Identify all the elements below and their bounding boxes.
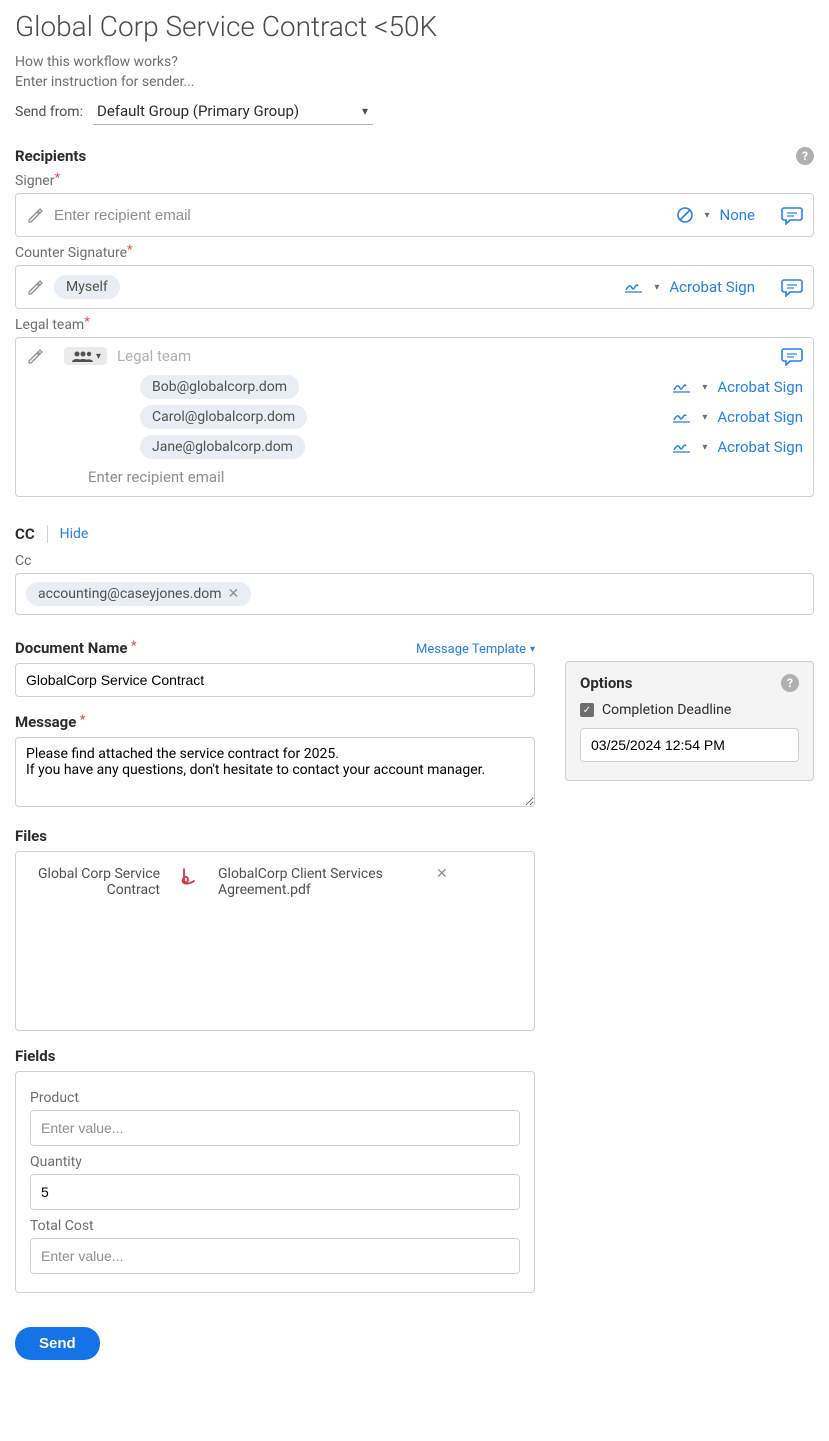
help-icon[interactable]: ? <box>781 674 799 692</box>
sign-auth-icon[interactable] <box>672 410 692 424</box>
pen-icon <box>26 278 44 296</box>
options-title: Options <box>580 674 632 692</box>
deadline-checkbox[interactable]: ✓ <box>580 703 594 717</box>
recipients-label: Recipients <box>15 147 86 165</box>
cc-field-label: Cc <box>15 553 814 569</box>
legal-member-row: Carol@globalcorp.dom ▾ Acrobat Sign <box>26 402 803 432</box>
files-label: Files <box>15 827 535 845</box>
chevron-down-icon[interactable]: ▾ <box>702 442 707 453</box>
cc-pill[interactable]: accounting@caseyjones.dom ✕ <box>26 582 251 606</box>
file-name: GlobalCorp Client Services Agreement.pdf <box>218 866 418 898</box>
page-title: Global Corp Service Contract <50K <box>15 10 814 43</box>
deadline-label: Completion Deadline <box>602 702 731 718</box>
pen-icon <box>26 206 44 224</box>
chevron-down-icon[interactable]: ▾ <box>702 412 707 423</box>
message-icon[interactable] <box>781 346 803 366</box>
legal-auth-label[interactable]: Acrobat Sign <box>717 378 803 396</box>
chevron-down-icon[interactable]: ▾ <box>704 210 709 221</box>
pdf-icon <box>178 866 200 888</box>
legal-auth-label[interactable]: Acrobat Sign <box>717 438 803 456</box>
counter-label: Counter Signature* <box>15 245 814 261</box>
workflow-subtitle-2: Enter instruction for sender... <box>15 73 814 93</box>
legal-member-pill[interactable]: Bob@globalcorp.dom <box>140 375 299 399</box>
doc-name-input[interactable] <box>15 663 535 697</box>
product-label: Product <box>30 1090 520 1106</box>
workflow-subtitle-1: How this workflow works? <box>15 53 814 73</box>
cc-hide-link[interactable]: Hide <box>60 526 89 542</box>
legal-member-row: Bob@globalcorp.dom ▾ Acrobat Sign <box>26 372 803 402</box>
message-label: Message <box>15 713 76 731</box>
product-input[interactable] <box>30 1110 520 1146</box>
options-panel: Options ? ✓ Completion Deadline <box>565 661 814 781</box>
send-from-select[interactable]: Default Group (Primary Group) <box>93 98 373 125</box>
legal-member-pill[interactable]: Jane@globalcorp.dom <box>140 435 305 459</box>
doc-name-label: Document Name <box>15 639 127 657</box>
deadline-input[interactable] <box>580 728 799 762</box>
legal-member-row: Jane@globalcorp.dom ▾ Acrobat Sign <box>26 432 803 462</box>
help-icon[interactable]: ? <box>796 147 814 165</box>
fields-label: Fields <box>15 1047 535 1065</box>
legal-auth-label[interactable]: Acrobat Sign <box>717 408 803 426</box>
chevron-down-icon[interactable]: ▾ <box>654 282 659 293</box>
sign-auth-icon[interactable] <box>672 380 692 394</box>
message-template-link[interactable]: Message Template ▾ <box>416 642 535 657</box>
message-icon[interactable] <box>781 205 803 225</box>
signer-auth-label[interactable]: None <box>720 206 756 224</box>
legal-label: Legal team* <box>15 317 814 333</box>
send-button[interactable]: Send <box>15 1327 100 1360</box>
sign-auth-icon[interactable] <box>672 440 692 454</box>
group-icon-button[interactable]: ▾ <box>64 347 107 365</box>
divider <box>47 525 48 543</box>
pen-icon <box>26 347 44 365</box>
signer-box: ▾ None <box>15 193 814 237</box>
cc-label: CC <box>15 525 35 543</box>
counter-box: Myself ▾ Acrobat Sign <box>15 265 814 309</box>
legal-enter-email[interactable]: Enter recipient email <box>26 462 803 486</box>
message-textarea[interactable] <box>15 737 535 807</box>
total-cost-input[interactable] <box>30 1238 520 1274</box>
file-row: Global Corp Service Contract GlobalCorp … <box>30 866 520 898</box>
legal-team-placeholder: Legal team <box>117 347 191 365</box>
fields-box: Product Quantity Total Cost <box>15 1071 535 1293</box>
legal-member-pill[interactable]: Carol@globalcorp.dom <box>140 405 307 429</box>
sign-auth-icon[interactable] <box>624 280 644 294</box>
signer-label: Signer* <box>15 173 814 189</box>
quantity-label: Quantity <box>30 1154 520 1170</box>
counter-pill-myself[interactable]: Myself <box>54 275 120 299</box>
legal-team-box: ▾ Legal team Bob@globalcorp.dom ▾ Acroba… <box>15 337 814 497</box>
counter-auth-label[interactable]: Acrobat Sign <box>669 278 755 296</box>
file-item-label: Global Corp Service Contract <box>30 866 160 898</box>
chevron-down-icon[interactable]: ▾ <box>702 382 707 393</box>
remove-file-icon[interactable]: ✕ <box>436 866 448 882</box>
message-icon[interactable] <box>781 277 803 297</box>
cc-input-box[interactable]: accounting@caseyjones.dom ✕ <box>15 573 814 615</box>
none-auth-icon[interactable] <box>676 206 694 224</box>
signer-email-input[interactable] <box>54 207 676 224</box>
total-cost-label: Total Cost <box>30 1218 520 1234</box>
send-from-value: Default Group (Primary Group) <box>97 102 299 120</box>
send-from-label: Send from: <box>15 104 83 120</box>
files-box: Global Corp Service Contract GlobalCorp … <box>15 851 535 1031</box>
remove-cc-icon[interactable]: ✕ <box>228 586 240 602</box>
quantity-input[interactable] <box>30 1174 520 1210</box>
